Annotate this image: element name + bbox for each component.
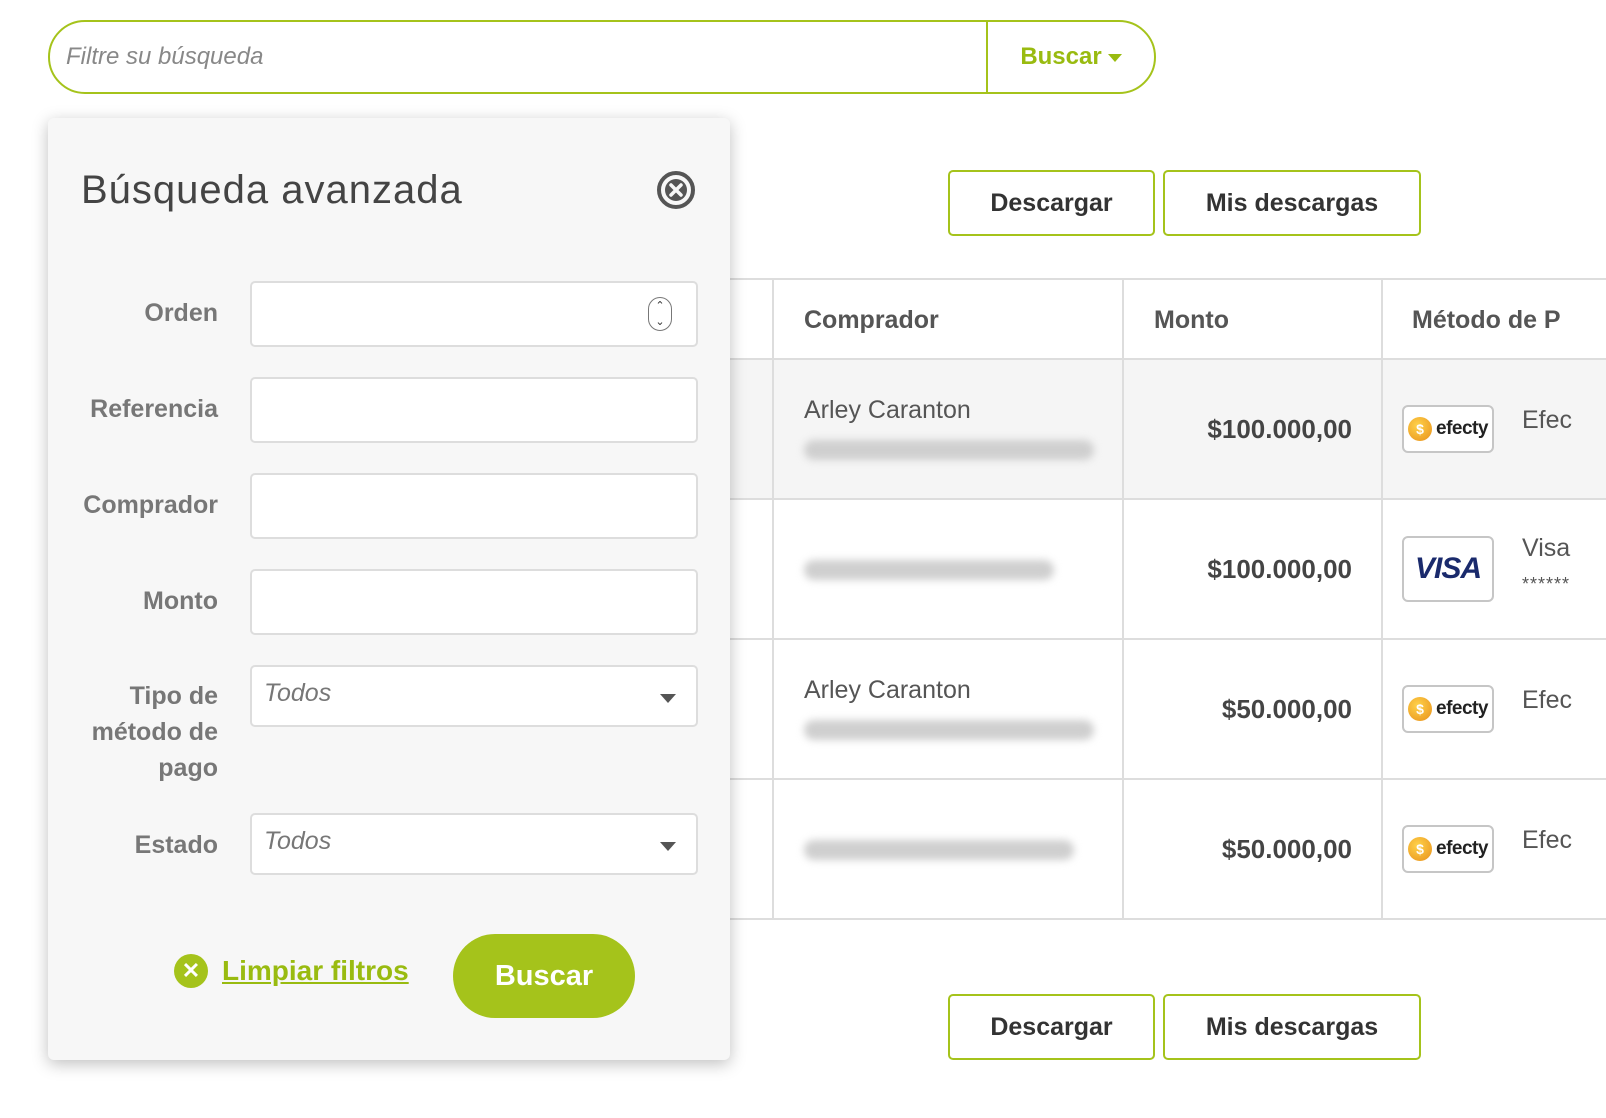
column-header-buyer: Comprador [804, 306, 939, 334]
advanced-search-panel: Búsqueda avanzada Orden ⌃ ⌄ Referencia C… [48, 118, 730, 1060]
table-row[interactable]: $100.000,00 VISA Visa ****** [730, 500, 1606, 640]
amount-label: Monto [143, 587, 218, 615]
column-header-method: Método de P [1412, 306, 1561, 334]
column-divider [1122, 280, 1124, 920]
column-header-amount: Monto [1154, 306, 1229, 334]
amount-input[interactable] [252, 571, 696, 633]
buyer-name: Arley Caranton [804, 396, 971, 424]
search-submit-button[interactable]: Buscar [453, 934, 635, 1018]
search-submit-label: Buscar [494, 959, 594, 992]
amount: $100.000,00 [1207, 554, 1352, 584]
column-divider [1381, 280, 1383, 920]
blurred-email [804, 440, 1094, 460]
search-input[interactable] [50, 22, 986, 92]
masked-card-number: ****** [1522, 574, 1571, 594]
payment-method-name: Efec [1522, 686, 1573, 714]
table-row[interactable]: Arley Caranton $50.000,00 $ efecty Efec [730, 640, 1606, 780]
visa-logo: VISA [1402, 536, 1494, 602]
amount: $50.000,00 [1221, 694, 1352, 724]
order-field[interactable]: ⌃ ⌄ [250, 281, 698, 347]
table-row[interactable]: Arley Caranton $100.000,00 $ efecty Efec [730, 360, 1606, 500]
amount-field[interactable] [250, 569, 698, 635]
payment-logo-text: efecty [1436, 838, 1488, 859]
clear-filters-link[interactable]: ✕ Limpiar filtros [174, 954, 409, 988]
search-bar: Buscar [48, 20, 1156, 94]
status-select[interactable]: Todos [250, 813, 698, 875]
my-downloads-button-bottom[interactable]: Mis descargas [1163, 994, 1421, 1060]
efecty-coin-icon: $ [1408, 417, 1433, 441]
efecty-logo: $ efecty [1402, 405, 1494, 453]
download-button-top[interactable]: Descargar [948, 170, 1155, 236]
order-label: Orden [144, 299, 218, 327]
reference-label: Referencia [90, 395, 218, 423]
my-downloads-button-top[interactable]: Mis descargas [1163, 170, 1421, 236]
efecty-coin-icon: $ [1408, 837, 1433, 861]
panel-title: Búsqueda avanzada [81, 168, 463, 212]
table-header: Comprador Monto Método de P [730, 280, 1606, 360]
amount: $50.000,00 [1221, 834, 1352, 864]
caret-down-icon [1107, 54, 1122, 62]
payment-method-type-select[interactable]: Todos [250, 665, 698, 727]
column-divider [772, 280, 774, 920]
order-input[interactable] [252, 283, 696, 345]
label-line: método de [91, 718, 218, 746]
clear-filters-label: Limpiar filtros [222, 955, 409, 986]
efecty-logo: $ efecty [1402, 825, 1494, 873]
search-dropdown-button[interactable]: Buscar [986, 22, 1154, 92]
payment-method-name: Efec [1522, 826, 1573, 854]
label-line: pago [158, 754, 218, 782]
payment-method-name: Visa [1522, 534, 1571, 562]
buyer-label: Comprador [83, 491, 218, 519]
status-label: Estado [134, 831, 218, 859]
caret-down-icon [660, 842, 676, 851]
reference-input[interactable] [252, 379, 696, 441]
my-downloads-button-label: Mis descargas [1205, 188, 1379, 217]
buyer-input[interactable] [252, 475, 696, 537]
close-icon[interactable] [656, 170, 696, 210]
select-value: Todos [264, 827, 332, 855]
download-button-label: Descargar [990, 188, 1113, 217]
clear-icon: ✕ [174, 954, 208, 988]
buyer-name: Arley Caranton [804, 676, 971, 704]
payment-logo-text: VISA [1414, 552, 1482, 585]
blurred-email [804, 720, 1094, 740]
payment-logo-text: efecty [1436, 698, 1488, 719]
payment-method-name: Efec [1522, 406, 1573, 434]
blurred-email [804, 840, 1074, 860]
efecty-logo: $ efecty [1402, 685, 1494, 733]
download-button-bottom[interactable]: Descargar [948, 994, 1155, 1060]
payment-logo-text: efecty [1436, 418, 1488, 439]
efecty-coin-icon: $ [1408, 697, 1433, 721]
transactions-table: Comprador Monto Método de P Arley Carant… [730, 278, 1606, 920]
buyer-field[interactable] [250, 473, 698, 539]
caret-down-icon [660, 694, 676, 703]
chevron-up-icon[interactable]: ⌃ [655, 300, 664, 312]
reference-field[interactable] [250, 377, 698, 443]
amount: $100.000,00 [1207, 414, 1352, 444]
table-row[interactable]: $50.000,00 $ efecty Efec [730, 780, 1606, 920]
download-button-label: Descargar [990, 1012, 1113, 1041]
number-stepper[interactable]: ⌃ ⌄ [648, 297, 672, 331]
payment-method-type-label: Tipo de método de pago [92, 678, 218, 786]
label-line: Tipo de [129, 682, 218, 710]
select-value: Todos [264, 679, 332, 707]
blurred-email [804, 560, 1054, 580]
chevron-down-icon[interactable]: ⌄ [655, 316, 664, 328]
search-button-label: Buscar [1020, 43, 1102, 70]
my-downloads-button-label: Mis descargas [1205, 1012, 1379, 1041]
